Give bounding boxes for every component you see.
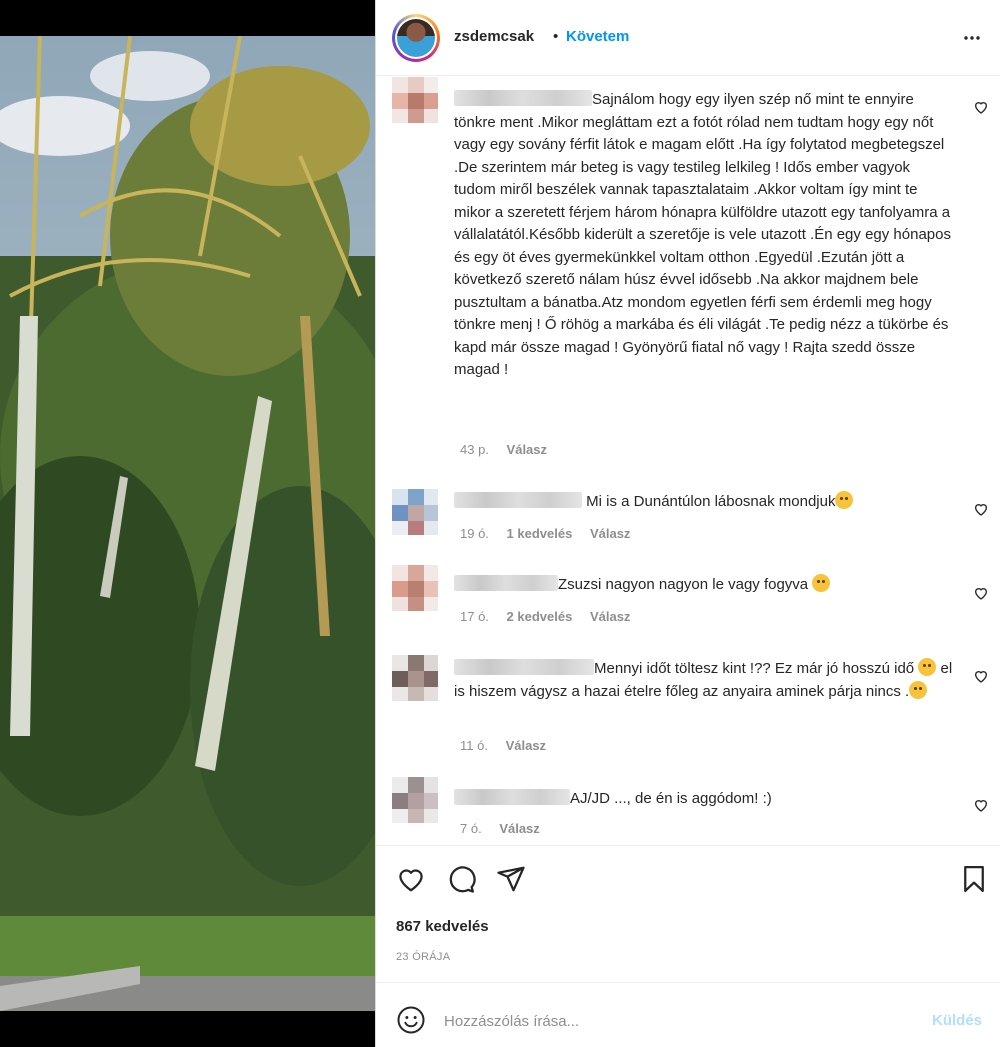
winking-face-emoji xyxy=(918,658,937,676)
comment-time[interactable]: 7 ó. xyxy=(460,821,482,836)
header-separator: • xyxy=(553,28,559,45)
bookmark-icon[interactable] xyxy=(959,864,989,894)
comment-text: Mennyi időt töltesz kint !?? Ez már jó h… xyxy=(594,660,915,677)
comment-text: Zsuzsi nagyon nagyon le vagy fogyva xyxy=(558,576,809,593)
emoji-smile-icon[interactable] xyxy=(396,1005,426,1035)
comment-text-block: AJ/JD ..., de én is aggódom! :) xyxy=(454,788,954,811)
avatar-border xyxy=(395,17,437,59)
heart-icon[interactable] xyxy=(973,668,989,684)
comment-meta: 19 ó. 1 kedvelés Válasz xyxy=(460,526,644,541)
reply-button[interactable]: Válasz xyxy=(590,609,630,624)
comment-text-block: Mi is a Dunántúlon lábosnak mondjuk xyxy=(454,491,954,514)
comment-likes[interactable]: 2 kedvelés xyxy=(507,609,573,624)
commenter-name-blurred[interactable] xyxy=(454,492,582,508)
reply-button[interactable]: Válasz xyxy=(499,821,539,836)
post-comment-button[interactable]: Küldés xyxy=(932,1012,982,1029)
comment-text: AJ/JD ..., de én is aggódom! :) xyxy=(570,790,772,807)
commenter-avatar-blurred[interactable] xyxy=(392,565,438,611)
post-time[interactable]: 23 ÓRÁJA xyxy=(396,951,450,963)
heart-icon[interactable] xyxy=(396,864,426,894)
palm-tree-photo xyxy=(0,36,375,1020)
paper-plane-icon[interactable] xyxy=(496,864,526,894)
commenter-name-blurred[interactable] xyxy=(454,789,570,805)
comment-meta: 43 p. Válasz xyxy=(460,442,561,457)
comment-time[interactable]: 11 ó. xyxy=(460,738,488,753)
commenter-name-blurred[interactable] xyxy=(454,659,594,675)
comment-text: Sajnálom hogy egy ilyen szép nő mint te … xyxy=(454,91,951,378)
comment-meta: 17 ó. 2 kedvelés Válasz xyxy=(460,609,644,624)
composer-divider xyxy=(376,982,1000,983)
author-avatar[interactable] xyxy=(392,14,440,62)
heart-icon[interactable] xyxy=(973,797,989,813)
commenter-avatar-blurred[interactable] xyxy=(392,489,438,535)
heart-icon[interactable] xyxy=(973,585,989,601)
commenter-avatar-blurred[interactable] xyxy=(392,777,438,823)
author-username[interactable]: zsdemcsak xyxy=(454,28,534,45)
comment-time[interactable]: 17 ó. xyxy=(460,609,489,624)
comment-text: Mi is a Dunántúlon lábosnak mondjuk xyxy=(586,493,836,510)
comment-time[interactable]: 19 ó. xyxy=(460,526,489,541)
comment-input[interactable] xyxy=(444,1008,914,1034)
commenter-name-blurred[interactable] xyxy=(454,90,592,106)
post-photo xyxy=(0,36,375,1020)
commenter-avatar-blurred[interactable] xyxy=(392,77,438,123)
post-header: zsdemcsak • Követem xyxy=(376,0,1000,76)
reply-button[interactable]: Válasz xyxy=(590,526,630,541)
comment-text-block: Zsuzsi nagyon nagyon le vagy fogyva xyxy=(454,574,954,597)
post-side-panel: zsdemcsak • Követem Sajnálom hogy egy il… xyxy=(376,0,1000,1047)
smiling-face-emoji xyxy=(909,680,928,699)
post-media xyxy=(0,0,375,1047)
avatar-image xyxy=(397,19,435,57)
hugging-face-emoji xyxy=(835,491,854,509)
comment-bubble-icon[interactable] xyxy=(446,864,476,894)
sad-face-emoji xyxy=(812,574,831,592)
comment-meta: 7 ó. Válasz xyxy=(460,821,554,836)
following-button[interactable]: Követem xyxy=(566,28,629,45)
actions-divider xyxy=(376,845,1000,846)
heart-icon[interactable] xyxy=(973,99,989,115)
commenter-name-blurred[interactable] xyxy=(454,575,558,591)
reply-button[interactable]: Válasz xyxy=(506,738,546,753)
comment-likes[interactable]: 1 kedvelés xyxy=(507,526,573,541)
comment-meta: 11 ó. Válasz xyxy=(460,738,560,753)
comment-text-block: Sajnálom hogy egy ilyen szép nő mint te … xyxy=(454,89,954,382)
commenter-avatar-blurred[interactable] xyxy=(392,655,438,701)
comment-time[interactable]: 43 p. xyxy=(460,442,489,457)
comment-text-block: Mennyi időt töltesz kint !?? Ez már jó h… xyxy=(454,658,954,703)
reply-button[interactable]: Válasz xyxy=(507,442,547,457)
likes-count[interactable]: 867 kedvelés xyxy=(396,918,489,935)
comments-list[interactable]: Sajnálom hogy egy ilyen szép nő mint te … xyxy=(376,77,1000,844)
heart-icon[interactable] xyxy=(973,501,989,517)
more-horizontal-icon[interactable] xyxy=(960,26,984,50)
